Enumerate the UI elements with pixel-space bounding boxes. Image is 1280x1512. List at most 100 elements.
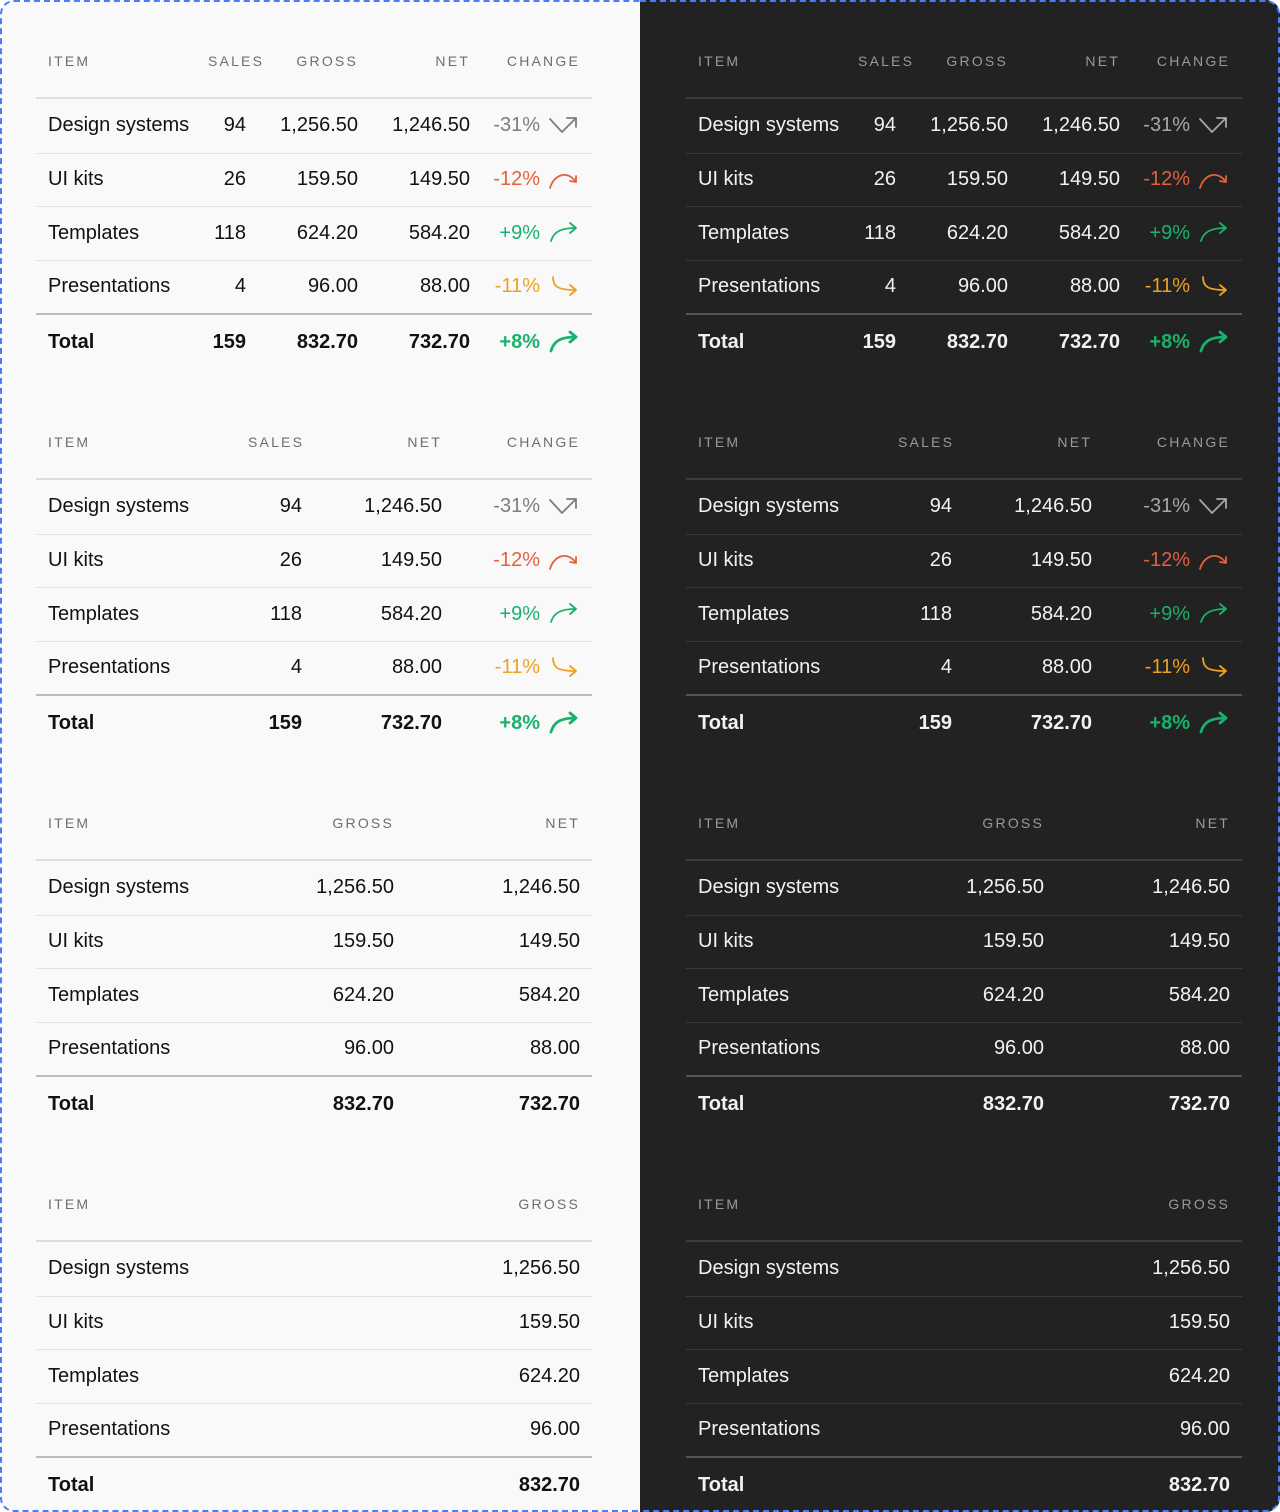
column-header-gross[interactable]: GROSS: [248, 815, 394, 831]
change-cell: -12%: [470, 168, 580, 192]
table-row[interactable]: Design systems 1,256.50: [36, 1242, 592, 1296]
item-name: UI kits: [48, 549, 104, 572]
table-row[interactable]: Presentations 4 88.00 -11%: [686, 640, 1242, 695]
table-row[interactable]: UI kits 26 149.50 -12%: [686, 533, 1242, 588]
table-row[interactable]: UI kits 26 159.50 149.50 -12%: [686, 152, 1242, 207]
table-row[interactable]: Design systems 1,256.50: [686, 1242, 1242, 1296]
sales-value: 159: [268, 711, 302, 734]
table-row[interactable]: UI kits 159.50 149.50: [36, 914, 592, 969]
table-row[interactable]: Templates 118 584.20 +9%: [36, 587, 592, 641]
column-header-item[interactable]: ITEM: [48, 434, 248, 450]
table-row[interactable]: UI kits 159.50: [686, 1295, 1242, 1350]
net-value: 1,246.50: [1042, 114, 1120, 137]
table-row[interactable]: Presentations 4 88.00 -11%: [36, 640, 592, 695]
column-header-gross[interactable]: GROSS: [246, 53, 358, 69]
sales-value: 94: [279, 495, 302, 518]
column-header-item[interactable]: ITEM: [48, 815, 248, 831]
gross-value: 1,256.50: [316, 876, 394, 899]
column-header-item[interactable]: ITEM: [48, 53, 208, 69]
table-row[interactable]: Design systems 1,256.50 1,246.50: [36, 861, 592, 915]
column-header-net[interactable]: NET: [1044, 815, 1230, 831]
column-header-sales[interactable]: SALES: [898, 434, 952, 450]
change-value: -31%: [493, 114, 540, 137]
table-row[interactable]: UI kits 26 149.50 -12%: [36, 533, 592, 588]
column-header-net[interactable]: NET: [358, 53, 470, 69]
net-value: 88.00: [529, 1037, 580, 1060]
gross-value: 1,256.50: [930, 114, 1008, 137]
table-row[interactable]: Templates 624.20 584.20: [36, 968, 592, 1022]
change-cell: +8%: [470, 330, 580, 354]
change-value: -11%: [494, 275, 540, 298]
table-row[interactable]: Templates 118 584.20 +9%: [686, 587, 1242, 641]
column-header-change[interactable]: CHANGE: [470, 53, 580, 69]
gross-value: 96.00: [307, 275, 358, 298]
column-header-gross[interactable]: GROSS: [898, 815, 1044, 831]
gross-value: 624.20: [982, 983, 1044, 1006]
table-row[interactable]: Presentations 96.00: [36, 1402, 592, 1457]
table-row[interactable]: Templates 624.20: [36, 1349, 592, 1403]
table-row[interactable]: UI kits 159.50: [36, 1295, 592, 1350]
gross-value: 159.50: [332, 930, 394, 953]
item-name: Design systems: [698, 1257, 840, 1280]
table-row[interactable]: Templates 624.20 584.20: [686, 968, 1242, 1022]
column-header-item[interactable]: ITEM: [698, 434, 898, 450]
table-row[interactable]: Design systems 94 1,246.50 -31%: [36, 480, 592, 534]
sales-value: 94: [929, 495, 952, 518]
gross-value: 624.20: [296, 221, 358, 244]
column-header-net[interactable]: NET: [302, 434, 442, 450]
change-cell: +9%: [442, 602, 580, 626]
column-header-gross[interactable]: GROSS: [896, 53, 1008, 69]
table-row[interactable]: Presentations 96.00 88.00: [36, 1021, 592, 1076]
change-cell: -11%: [442, 656, 580, 680]
table-row[interactable]: Design systems 94 1,256.50 1,246.50 -31%: [36, 99, 592, 153]
table-row[interactable]: Design systems 94 1,256.50 1,246.50 -31%: [686, 99, 1242, 153]
gross-value: 96.00: [529, 1418, 580, 1441]
column-header-item[interactable]: ITEM: [48, 1196, 248, 1212]
table-row[interactable]: Templates 118 624.20 584.20 +9%: [686, 206, 1242, 260]
column-header-item[interactable]: ITEM: [698, 53, 858, 69]
table-row[interactable]: Design systems 94 1,246.50 -31%: [686, 480, 1242, 534]
column-header-sales[interactable]: SALES: [208, 53, 262, 69]
column-header-net[interactable]: NET: [952, 434, 1092, 450]
sales-value: 94: [223, 114, 246, 137]
item-name: UI kits: [698, 168, 754, 191]
column-header-item[interactable]: ITEM: [698, 815, 898, 831]
column-header-change[interactable]: CHANGE: [1120, 53, 1230, 69]
gross-value: 1,256.50: [280, 114, 358, 137]
table-row[interactable]: UI kits 159.50 149.50: [686, 914, 1242, 969]
column-header-gross[interactable]: GROSS: [898, 1196, 1230, 1212]
column-header-sales[interactable]: SALES: [248, 434, 302, 450]
column-header-sales[interactable]: SALES: [858, 53, 912, 69]
net-value: 732.70: [1058, 330, 1120, 353]
turn-down-right-icon: [548, 656, 580, 680]
table-row[interactable]: Presentations 4 96.00 88.00 -11%: [36, 259, 592, 314]
column-header-change[interactable]: CHANGE: [1092, 434, 1230, 450]
sales-value: 26: [279, 549, 302, 572]
column-header-item[interactable]: ITEM: [698, 1196, 898, 1212]
item-name: UI kits: [698, 549, 754, 572]
table-row[interactable]: UI kits 26 159.50 149.50 -12%: [36, 152, 592, 207]
table-row[interactable]: Presentations 4 96.00 88.00 -11%: [686, 259, 1242, 314]
table-row[interactable]: Templates 118 624.20 584.20 +9%: [36, 206, 592, 260]
column-header-gross[interactable]: GROSS: [248, 1196, 580, 1212]
column-header-change[interactable]: CHANGE: [442, 434, 580, 450]
net-value: 732.70: [518, 1092, 580, 1115]
sales-value: 94: [873, 114, 896, 137]
item-name: Presentations: [698, 656, 821, 679]
sales-value: 118: [864, 221, 896, 244]
column-header-net[interactable]: NET: [394, 815, 580, 831]
table-header-row: ITEM GROSS: [36, 1167, 592, 1242]
item-name: Design systems: [48, 876, 190, 899]
gross-value: 832.70: [296, 330, 358, 353]
table-header-row: ITEM SALES NET CHANGE: [686, 405, 1242, 480]
table-row[interactable]: Design systems 1,256.50 1,246.50: [686, 861, 1242, 915]
table-row[interactable]: Presentations 96.00 88.00: [686, 1021, 1242, 1076]
item-name: Total: [48, 1092, 95, 1115]
curve-up-right-bold-icon: [548, 711, 580, 735]
table-row[interactable]: Presentations 96.00: [686, 1402, 1242, 1457]
sales-value: 26: [223, 168, 246, 191]
item-name: UI kits: [698, 930, 754, 953]
change-cell: -31%: [1092, 495, 1230, 519]
table-row[interactable]: Templates 624.20: [686, 1349, 1242, 1403]
column-header-net[interactable]: NET: [1008, 53, 1120, 69]
